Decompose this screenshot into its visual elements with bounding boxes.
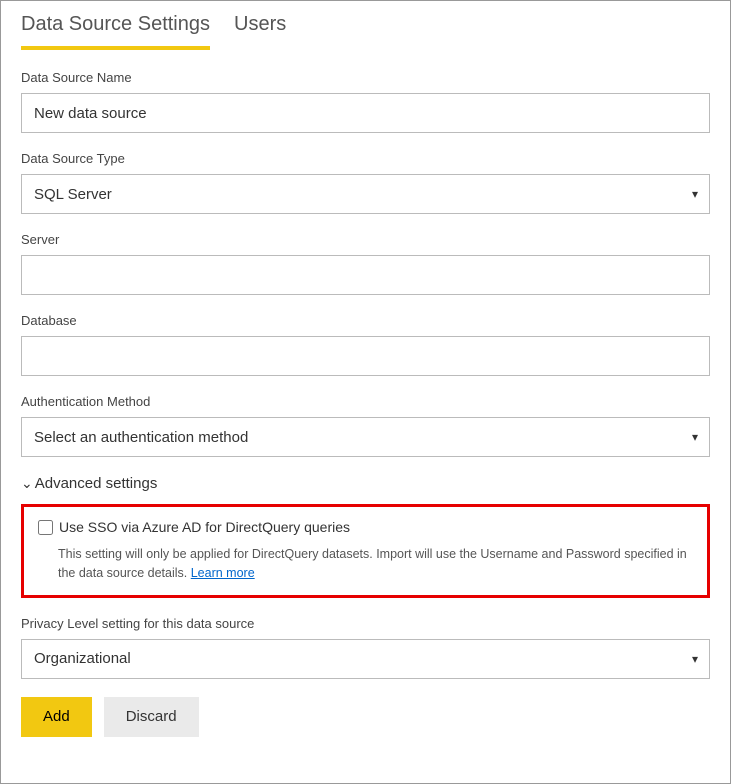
select-data-source-type[interactable]: SQL Server bbox=[21, 174, 710, 214]
input-data-source-name[interactable] bbox=[21, 93, 710, 133]
discard-button[interactable]: Discard bbox=[104, 697, 199, 737]
select-privacy-level[interactable]: Organizational bbox=[21, 639, 710, 679]
sso-help-text: This setting will only be applied for Di… bbox=[38, 545, 693, 583]
label-data-source-name: Data Source Name bbox=[21, 70, 710, 85]
label-server: Server bbox=[21, 232, 710, 247]
form-body: Data Source Name Data Source Type SQL Se… bbox=[1, 50, 730, 755]
input-server[interactable] bbox=[21, 255, 710, 295]
tab-users[interactable]: Users bbox=[234, 13, 286, 50]
label-privacy-level: Privacy Level setting for this data sour… bbox=[21, 616, 710, 631]
tab-bar: Data Source Settings Users bbox=[1, 1, 730, 50]
sso-highlight-box: Use SSO via Azure AD for DirectQuery que… bbox=[21, 504, 710, 598]
advanced-settings-label: Advanced settings bbox=[35, 475, 158, 492]
label-auth-method: Authentication Method bbox=[21, 394, 710, 409]
advanced-settings-toggle[interactable]: ⌄ Advanced settings bbox=[21, 475, 710, 492]
link-learn-more[interactable]: Learn more bbox=[191, 566, 255, 580]
label-data-source-type: Data Source Type bbox=[21, 151, 710, 166]
button-row: Add Discard bbox=[21, 697, 710, 737]
field-data-source-name: Data Source Name bbox=[21, 70, 710, 133]
field-privacy-level: Privacy Level setting for this data sour… bbox=[21, 616, 710, 679]
tab-data-source-settings[interactable]: Data Source Settings bbox=[21, 13, 210, 50]
input-database[interactable] bbox=[21, 336, 710, 376]
chevron-down-icon: ⌄ bbox=[21, 475, 33, 492]
select-auth-method[interactable]: Select an authentication method bbox=[21, 417, 710, 457]
sso-checkbox-row: Use SSO via Azure AD for DirectQuery que… bbox=[38, 519, 693, 535]
label-database: Database bbox=[21, 313, 710, 328]
checkbox-sso-azure-ad[interactable] bbox=[38, 520, 53, 535]
add-button[interactable]: Add bbox=[21, 697, 92, 737]
field-data-source-type: Data Source Type SQL Server ▾ bbox=[21, 151, 710, 214]
field-server: Server bbox=[21, 232, 710, 295]
label-sso-azure-ad: Use SSO via Azure AD for DirectQuery que… bbox=[59, 519, 350, 535]
field-auth-method: Authentication Method Select an authenti… bbox=[21, 394, 710, 457]
field-database: Database bbox=[21, 313, 710, 376]
